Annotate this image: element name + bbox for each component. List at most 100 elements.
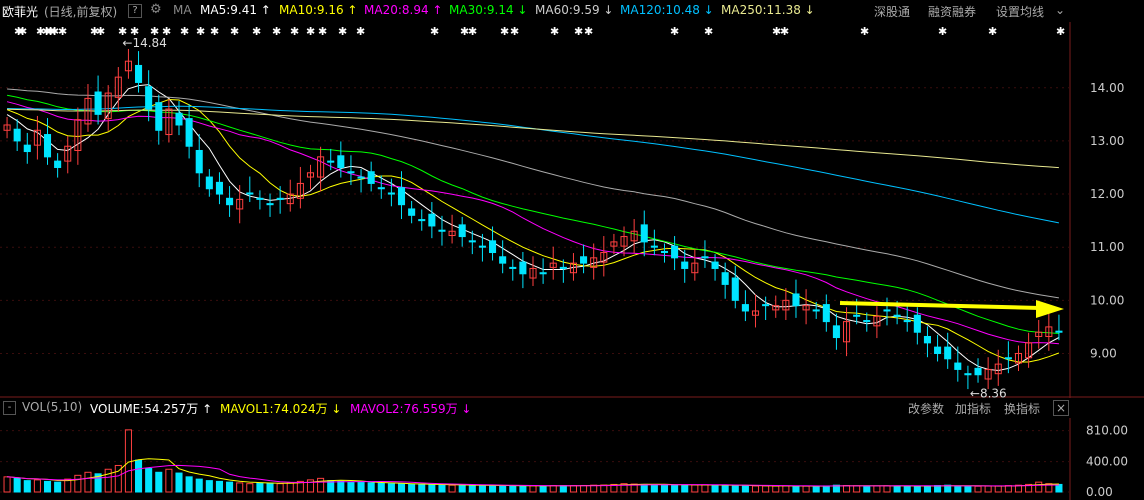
switch-indicator-button[interactable]: 换指标 — [1004, 400, 1040, 417]
mavol1-value: MAVOL1:74.024万 ↓ — [220, 402, 342, 416]
volume-bar — [337, 480, 345, 493]
event-marker: ✱ — [988, 25, 997, 38]
volume-bar — [408, 483, 416, 493]
candle-body — [135, 64, 143, 83]
volume-bar — [185, 476, 193, 493]
volume-bar — [650, 484, 658, 493]
candle-body — [934, 346, 942, 354]
volume-bar — [913, 485, 921, 493]
candle-body — [721, 272, 729, 285]
event-marker: ✱ — [584, 25, 593, 38]
event-marker: ✱ — [468, 25, 477, 38]
volume-bar — [529, 485, 537, 493]
volume-bar — [822, 485, 830, 493]
volume-bar — [923, 485, 931, 493]
candle-body — [175, 112, 183, 126]
candle-body — [580, 256, 588, 264]
volume-bar — [984, 485, 992, 493]
volume-bar — [559, 485, 567, 493]
candle-body — [256, 197, 264, 200]
candle-body — [792, 293, 800, 307]
candle-body — [357, 176, 365, 179]
event-marker: ✱ — [500, 25, 509, 38]
volume-bar — [175, 472, 183, 493]
volume-bar — [964, 485, 972, 493]
candle-body — [54, 160, 62, 168]
candle-body — [337, 155, 345, 168]
volume-bar — [741, 485, 749, 493]
event-marker: ✱ — [180, 25, 189, 38]
price-volume-chart[interactable]: ✱✱ ✱✱✱✱✱ ✱✱ ✱ ✱ ✱ ✱ ✱ ✱ ✱ ✱ ✱ ✱ ✱ ✱ ✱ ✱ ✱ ✱ ✱✱ ✱ ✱ ✱ ✱ ✱ ✱ ✱ ✱✱ ✱ ✱ ✱ ✱… — [0, 0, 1144, 500]
volume-bar — [215, 480, 223, 493]
candle-body — [276, 197, 284, 200]
candle-body — [923, 335, 931, 344]
candlesticks — [3, 48, 1063, 390]
candle-body — [883, 309, 891, 312]
ma120-line — [7, 105, 1059, 224]
candle-body — [155, 102, 163, 131]
volume-tick-label: 400.00 — [1086, 455, 1128, 469]
candle-body — [660, 250, 669, 254]
event-marker: ✱ — [430, 25, 439, 38]
volume-header: - VOL(5,10) VOLUME:54.257万 ↑ MAVOL1:74.0… — [0, 398, 1144, 418]
candle-body — [832, 325, 840, 339]
candle-body — [711, 261, 719, 269]
volume-bar — [934, 485, 942, 493]
price-tick-label: 10.00 — [1090, 293, 1124, 307]
volume-bar — [458, 484, 466, 493]
volume-bar — [317, 477, 325, 493]
candle-body — [640, 224, 648, 243]
volume-bar — [1004, 485, 1012, 493]
volume-tick-label: 0.00 — [1086, 485, 1113, 499]
high-annotation: ←14.84 — [122, 36, 166, 50]
volume-ma-lines — [7, 458, 1059, 487]
volume-bar — [681, 484, 689, 493]
collapse-button[interactable]: - — [3, 401, 16, 415]
volume-bar — [539, 485, 547, 493]
close-icon[interactable]: × — [1053, 400, 1069, 416]
candle-body — [559, 266, 567, 269]
volume-bar — [74, 474, 82, 493]
candle-body — [539, 272, 547, 275]
candle-body — [145, 86, 153, 110]
volume-value: VOLUME:54.257万 ↑ — [90, 402, 213, 416]
event-marker: ✱ — [272, 25, 281, 38]
volume-bar — [792, 485, 800, 493]
volume-bar — [711, 484, 719, 493]
volume-bar — [883, 485, 891, 493]
event-marker: ✱ — [306, 25, 315, 38]
candle-body — [246, 192, 254, 195]
candle-body — [468, 240, 476, 243]
price-tick-label: 12.00 — [1090, 187, 1124, 201]
price-tick-label: 14.00 — [1090, 81, 1124, 95]
volume-bar — [701, 484, 709, 493]
volume-bar — [205, 480, 213, 493]
volume-bar — [246, 483, 254, 493]
candle-body — [377, 187, 385, 190]
candle-body — [195, 149, 203, 174]
add-indicator-button[interactable]: 加指标 — [955, 400, 991, 417]
event-marker: ✱ — [230, 25, 239, 38]
candle-body — [681, 261, 689, 269]
event-marker: ✱ — [704, 25, 713, 38]
volume-bar — [104, 468, 112, 493]
arrow-head — [1036, 300, 1064, 318]
event-marker: ✱ — [196, 25, 205, 38]
event-marker: ✱ — [252, 25, 261, 38]
candle-body — [671, 245, 679, 259]
candle-body — [327, 160, 335, 163]
volume-bar — [448, 484, 456, 493]
volume-bar — [236, 482, 244, 493]
volume-bar — [853, 485, 861, 493]
candle-body — [650, 245, 658, 248]
volume-bar — [23, 480, 31, 493]
mavol-line — [7, 458, 1059, 487]
volume-bar — [155, 471, 163, 493]
change-params-button[interactable]: 改参数 — [908, 400, 944, 417]
volume-bar — [762, 485, 770, 493]
candle-body — [509, 266, 517, 269]
candle-body — [1055, 330, 1063, 333]
volume-bar — [893, 485, 901, 493]
candle-body — [853, 314, 861, 317]
candle-body — [478, 245, 486, 248]
